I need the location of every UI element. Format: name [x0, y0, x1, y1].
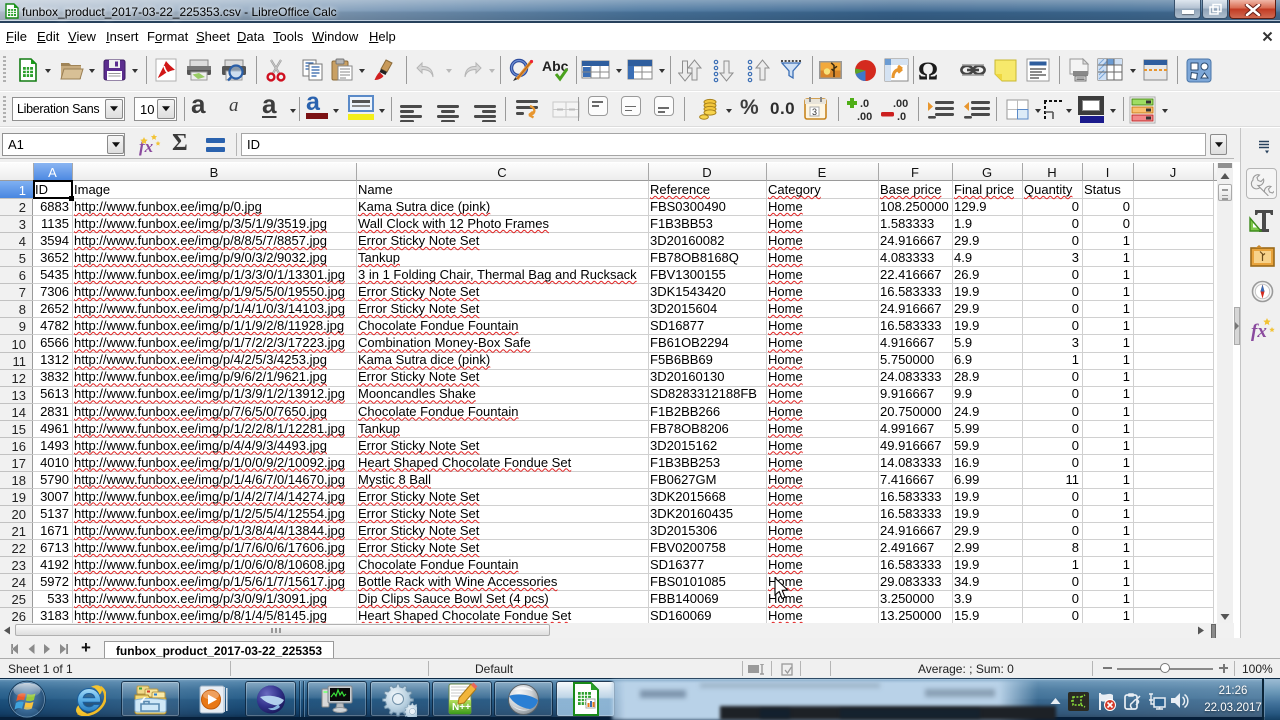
svg-text:.00: .00 [893, 98, 908, 110]
svg-text:3: 3 [812, 107, 817, 117]
svg-text:.0: .0 [860, 98, 869, 110]
svg-text:Ω: Ω [918, 58, 938, 83]
svg-text:.00: .00 [857, 111, 872, 123]
svg-text:.0: .0 [897, 111, 906, 123]
svg-text:fx: fx [1251, 321, 1267, 342]
